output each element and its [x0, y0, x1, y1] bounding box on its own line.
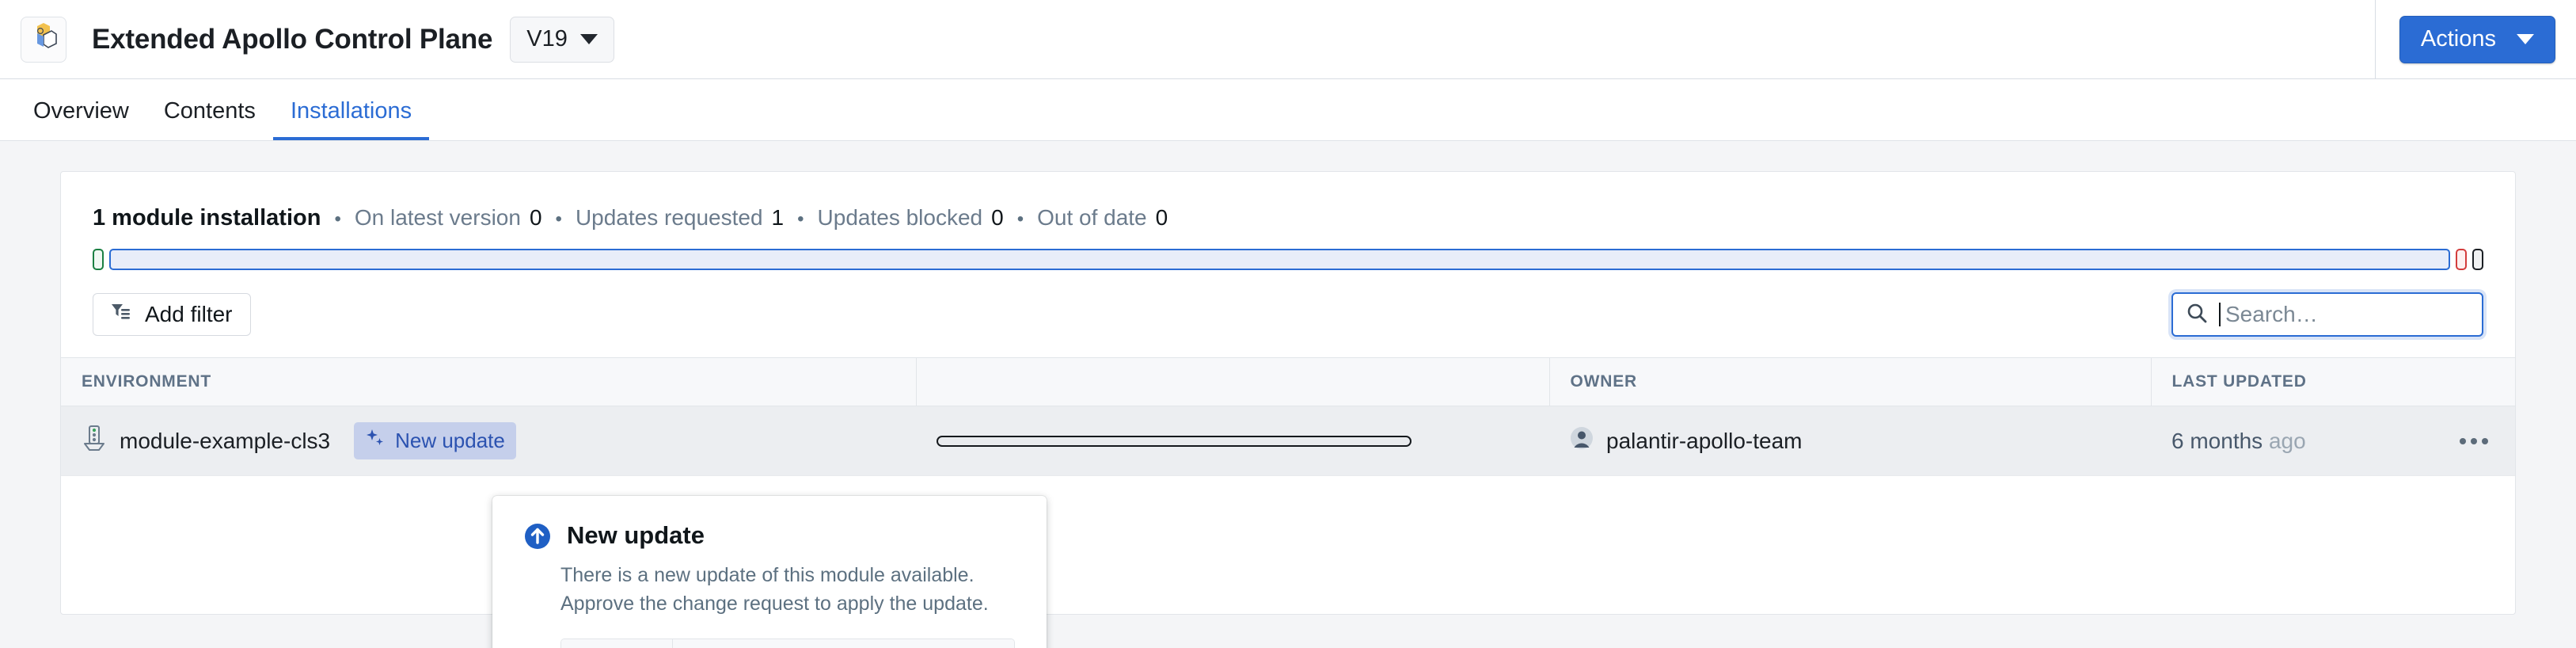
chevron-down-icon [579, 34, 598, 44]
separator-dot: • [555, 208, 562, 230]
row-status-bar[interactable] [937, 435, 1411, 447]
installations-table: ENVIRONMENT OWNER LAST UPDATED module-ex… [61, 357, 2515, 476]
environment-name[interactable]: module-example-cls3 [120, 429, 330, 454]
tab-contents[interactable]: Contents [146, 98, 273, 140]
text-cursor [2219, 303, 2221, 326]
table-row[interactable]: module-example-cls3 New update palantir-… [61, 406, 2515, 476]
version-selector-label: V19 [526, 26, 568, 51]
page-title: Extended Apollo Control Plane [92, 23, 493, 55]
progress-segment-updates-blocked[interactable] [2456, 249, 2467, 270]
last-updated-text: 6 months ago [2171, 429, 2306, 454]
stat-label-updates-requested: Updates requested [575, 205, 763, 230]
actions-button-label: Actions [2420, 26, 2496, 51]
tab-bar: Overview Contents Installations [0, 79, 2576, 141]
last-updated-suffix: ago [2268, 428, 2306, 453]
installations-card: 1 module installation • On latest versio… [60, 171, 2516, 615]
summary-row: 1 module installation • On latest versio… [61, 172, 2515, 231]
cell-environment: module-example-cls3 New update [61, 406, 916, 476]
column-header-environment[interactable]: ENVIRONMENT [61, 357, 917, 406]
column-header-owner[interactable]: OWNER [1549, 357, 2152, 406]
cell-last-updated: 6 months ago [2151, 406, 2515, 476]
environment-stack-icon [82, 425, 107, 457]
progress-segment-out-of-date[interactable] [2472, 249, 2483, 270]
popover-header: New update [524, 521, 1015, 554]
module-cube-icon [30, 22, 57, 56]
arrow-up-circle-icon [524, 523, 551, 554]
popover-column-header-status: STATUS [672, 639, 1014, 648]
popover-column-header-version: VERSION [561, 639, 673, 648]
more-options-icon[interactable] [2460, 437, 2488, 444]
table-header-row: ENVIRONMENT OWNER LAST UPDATED [61, 357, 2515, 406]
stat-label-updates-blocked: Updates blocked [817, 205, 983, 230]
separator-dot: • [1016, 208, 1024, 230]
search-icon [2186, 302, 2208, 328]
user-avatar-icon [1570, 426, 1594, 456]
owner-name[interactable]: palantir-apollo-team [1606, 429, 1802, 454]
sparkles-icon [365, 428, 386, 454]
cell-owner: palantir-apollo-team [1549, 406, 2151, 476]
stat-value-updates-blocked: 0 [991, 205, 1004, 230]
stat-label-on-latest-version: On latest version [354, 205, 521, 230]
separator-dot: • [334, 208, 341, 230]
stat-value-out-of-date: 0 [1155, 205, 1168, 230]
table-toolbar: Add filter Search… [61, 270, 2515, 357]
page-body: 1 module installation • On latest versio… [0, 141, 2576, 648]
status-progress-bar [61, 231, 2515, 270]
stat-label-out-of-date: Out of date [1037, 205, 1147, 230]
tab-overview[interactable]: Overview [16, 98, 146, 140]
separator-dot: • [797, 208, 804, 230]
installation-count: 1 module installation [93, 205, 321, 231]
top-bar: Extended Apollo Control Plane V19 Action… [0, 0, 2576, 79]
progress-segment-updates-requested[interactable] [109, 249, 2450, 270]
actions-button[interactable]: Actions [2399, 15, 2555, 63]
popover-description: There is a new update of this module ava… [560, 564, 989, 615]
search-placeholder: Search… [2225, 302, 2318, 326]
chevron-down-icon [2517, 34, 2534, 44]
search-input[interactable]: Search… [2171, 292, 2483, 337]
popover-version-table: VERSION STATUS V19 [560, 638, 1015, 648]
version-selector[interactable]: V19 [510, 16, 614, 63]
filter-icon [111, 302, 131, 327]
last-updated-value: 6 months [2171, 428, 2263, 453]
app-logo [21, 16, 66, 63]
add-filter-button[interactable]: Add filter [93, 293, 251, 336]
new-update-badge[interactable]: New update [354, 422, 516, 459]
stat-value-updates-requested: 1 [771, 205, 785, 230]
progress-segment-on-latest-version[interactable] [93, 249, 104, 270]
column-header-last-updated[interactable]: LAST UPDATED [2151, 357, 2515, 406]
tab-installations[interactable]: Installations [272, 98, 430, 140]
popover-table-header-row: VERSION STATUS [561, 639, 1014, 648]
popover-title: New update [567, 521, 705, 549]
top-bar-right: Actions [2374, 0, 2576, 79]
new-update-popover: New update There is a new update of this… [492, 496, 1047, 648]
stat-value-on-latest-version: 0 [529, 205, 542, 230]
cell-status-bar [916, 406, 1549, 476]
new-update-badge-label: New update [395, 429, 505, 452]
column-header-spacer [916, 357, 1550, 406]
add-filter-label: Add filter [145, 302, 233, 326]
popover-body: There is a new update of this module ava… [524, 562, 1015, 648]
